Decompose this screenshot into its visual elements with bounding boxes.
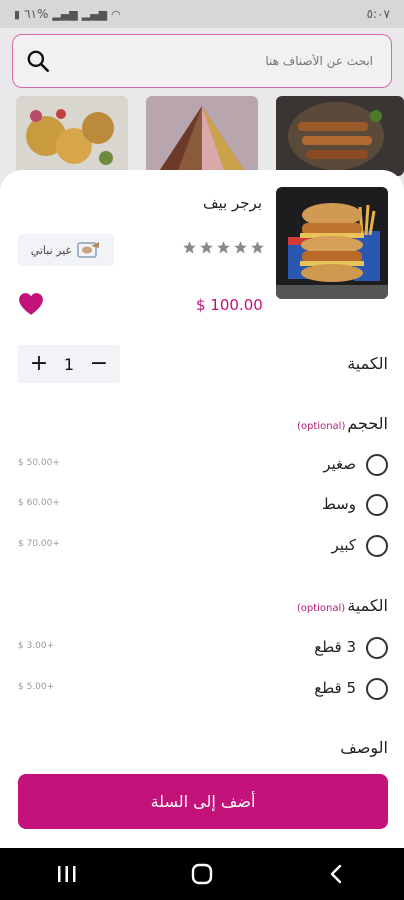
recent-apps-icon — [58, 866, 76, 882]
pieces-title: الكمية — [347, 596, 388, 615]
status-icons: ▮ ٦١% ▂▄▆ ▂▄▆ ◠ — [14, 7, 121, 21]
status-time: ٥:٠٧ — [366, 7, 390, 21]
product-image — [276, 187, 388, 299]
star-icon — [234, 241, 247, 254]
favorite-heart-icon[interactable] — [18, 292, 44, 316]
search-input[interactable] — [51, 54, 379, 68]
description-title: الوصف — [340, 738, 388, 757]
signal-icon-2: ▂▄▆ — [81, 7, 108, 21]
category-thumbnails — [0, 96, 404, 176]
option-row[interactable]: صغير $ 50.00+ — [0, 450, 404, 480]
option-price: $ 60.00+ — [18, 498, 60, 508]
optional-tag: (optional) — [297, 421, 346, 432]
quantity-stepper: + 1 − — [18, 345, 120, 383]
radio-button[interactable] — [366, 678, 388, 700]
option-row[interactable]: كبير $ 70.00+ — [0, 531, 404, 561]
option-price: $ 50.00+ — [18, 458, 60, 468]
size-section-title: الحجم (optional) — [297, 414, 388, 433]
option-name: 5 قطع — [314, 679, 356, 697]
decrement-button[interactable]: − — [88, 353, 110, 375]
thumbnail-fried-chicken[interactable] — [16, 96, 128, 176]
thumbnail-cake[interactable] — [146, 96, 258, 176]
recent-apps-button[interactable] — [47, 854, 87, 894]
back-button[interactable] — [317, 854, 357, 894]
option-price: $ 70.00+ — [18, 539, 60, 549]
home-button[interactable] — [182, 854, 222, 894]
radio-button[interactable] — [366, 454, 388, 476]
wifi-icon: ◠ — [111, 7, 121, 21]
non-veg-badge: غير نباتي — [18, 234, 114, 266]
option-row[interactable]: وسط $ 60.00+ — [0, 490, 404, 520]
system-nav-bar — [0, 848, 404, 900]
product-price: $ 100.00 — [196, 296, 263, 314]
quantity-value: 1 — [63, 354, 75, 374]
radio-button[interactable] — [366, 494, 388, 516]
non-veg-icon — [77, 242, 100, 258]
add-to-cart-button[interactable]: أضف إلى السلة — [18, 774, 388, 829]
home-icon — [191, 863, 213, 885]
battery-level: ٦١% — [24, 7, 49, 21]
increment-button[interactable]: + — [28, 353, 50, 375]
option-row[interactable]: 5 قطع $ 5.00+ — [0, 674, 404, 704]
signal-icon: ▂▄▆ — [52, 7, 78, 21]
search-icon[interactable] — [25, 48, 51, 74]
pieces-section-title: الكمية (optional) — [297, 596, 388, 615]
size-title: الحجم — [347, 414, 388, 433]
product-details-sheet: برجر بيف غير نباتي $ 100.00 الكمية + 1 −… — [0, 170, 404, 848]
product-name: برجر بيف — [203, 194, 262, 212]
radio-button[interactable] — [366, 535, 388, 557]
optional-tag: (optional) — [296, 603, 346, 614]
option-price: $ 3.00+ — [18, 641, 55, 651]
rating-stars — [182, 240, 265, 255]
option-name: وسط — [321, 495, 356, 513]
thumbnail-grill[interactable] — [276, 96, 404, 176]
star-icon — [183, 241, 196, 254]
non-veg-label: غير نباتي — [30, 243, 72, 257]
option-name: صغير — [323, 455, 356, 473]
star-icon — [251, 241, 264, 254]
option-row[interactable]: 3 قطع $ 3.00+ — [0, 633, 404, 663]
radio-button[interactable] — [366, 637, 388, 659]
battery-icon: ▮ — [14, 7, 21, 21]
star-icon — [200, 241, 213, 254]
status-bar: ▮ ٦١% ▂▄▆ ▂▄▆ ◠ ٥:٠٧ — [0, 0, 404, 28]
quantity-label: الكمية — [347, 354, 388, 373]
option-name: 3 قطع — [314, 638, 356, 656]
back-icon — [330, 864, 341, 884]
option-price: $ 5.00+ — [18, 682, 55, 692]
option-name: كبير — [331, 536, 356, 554]
star-icon — [217, 241, 230, 254]
search-bar[interactable] — [12, 34, 392, 88]
